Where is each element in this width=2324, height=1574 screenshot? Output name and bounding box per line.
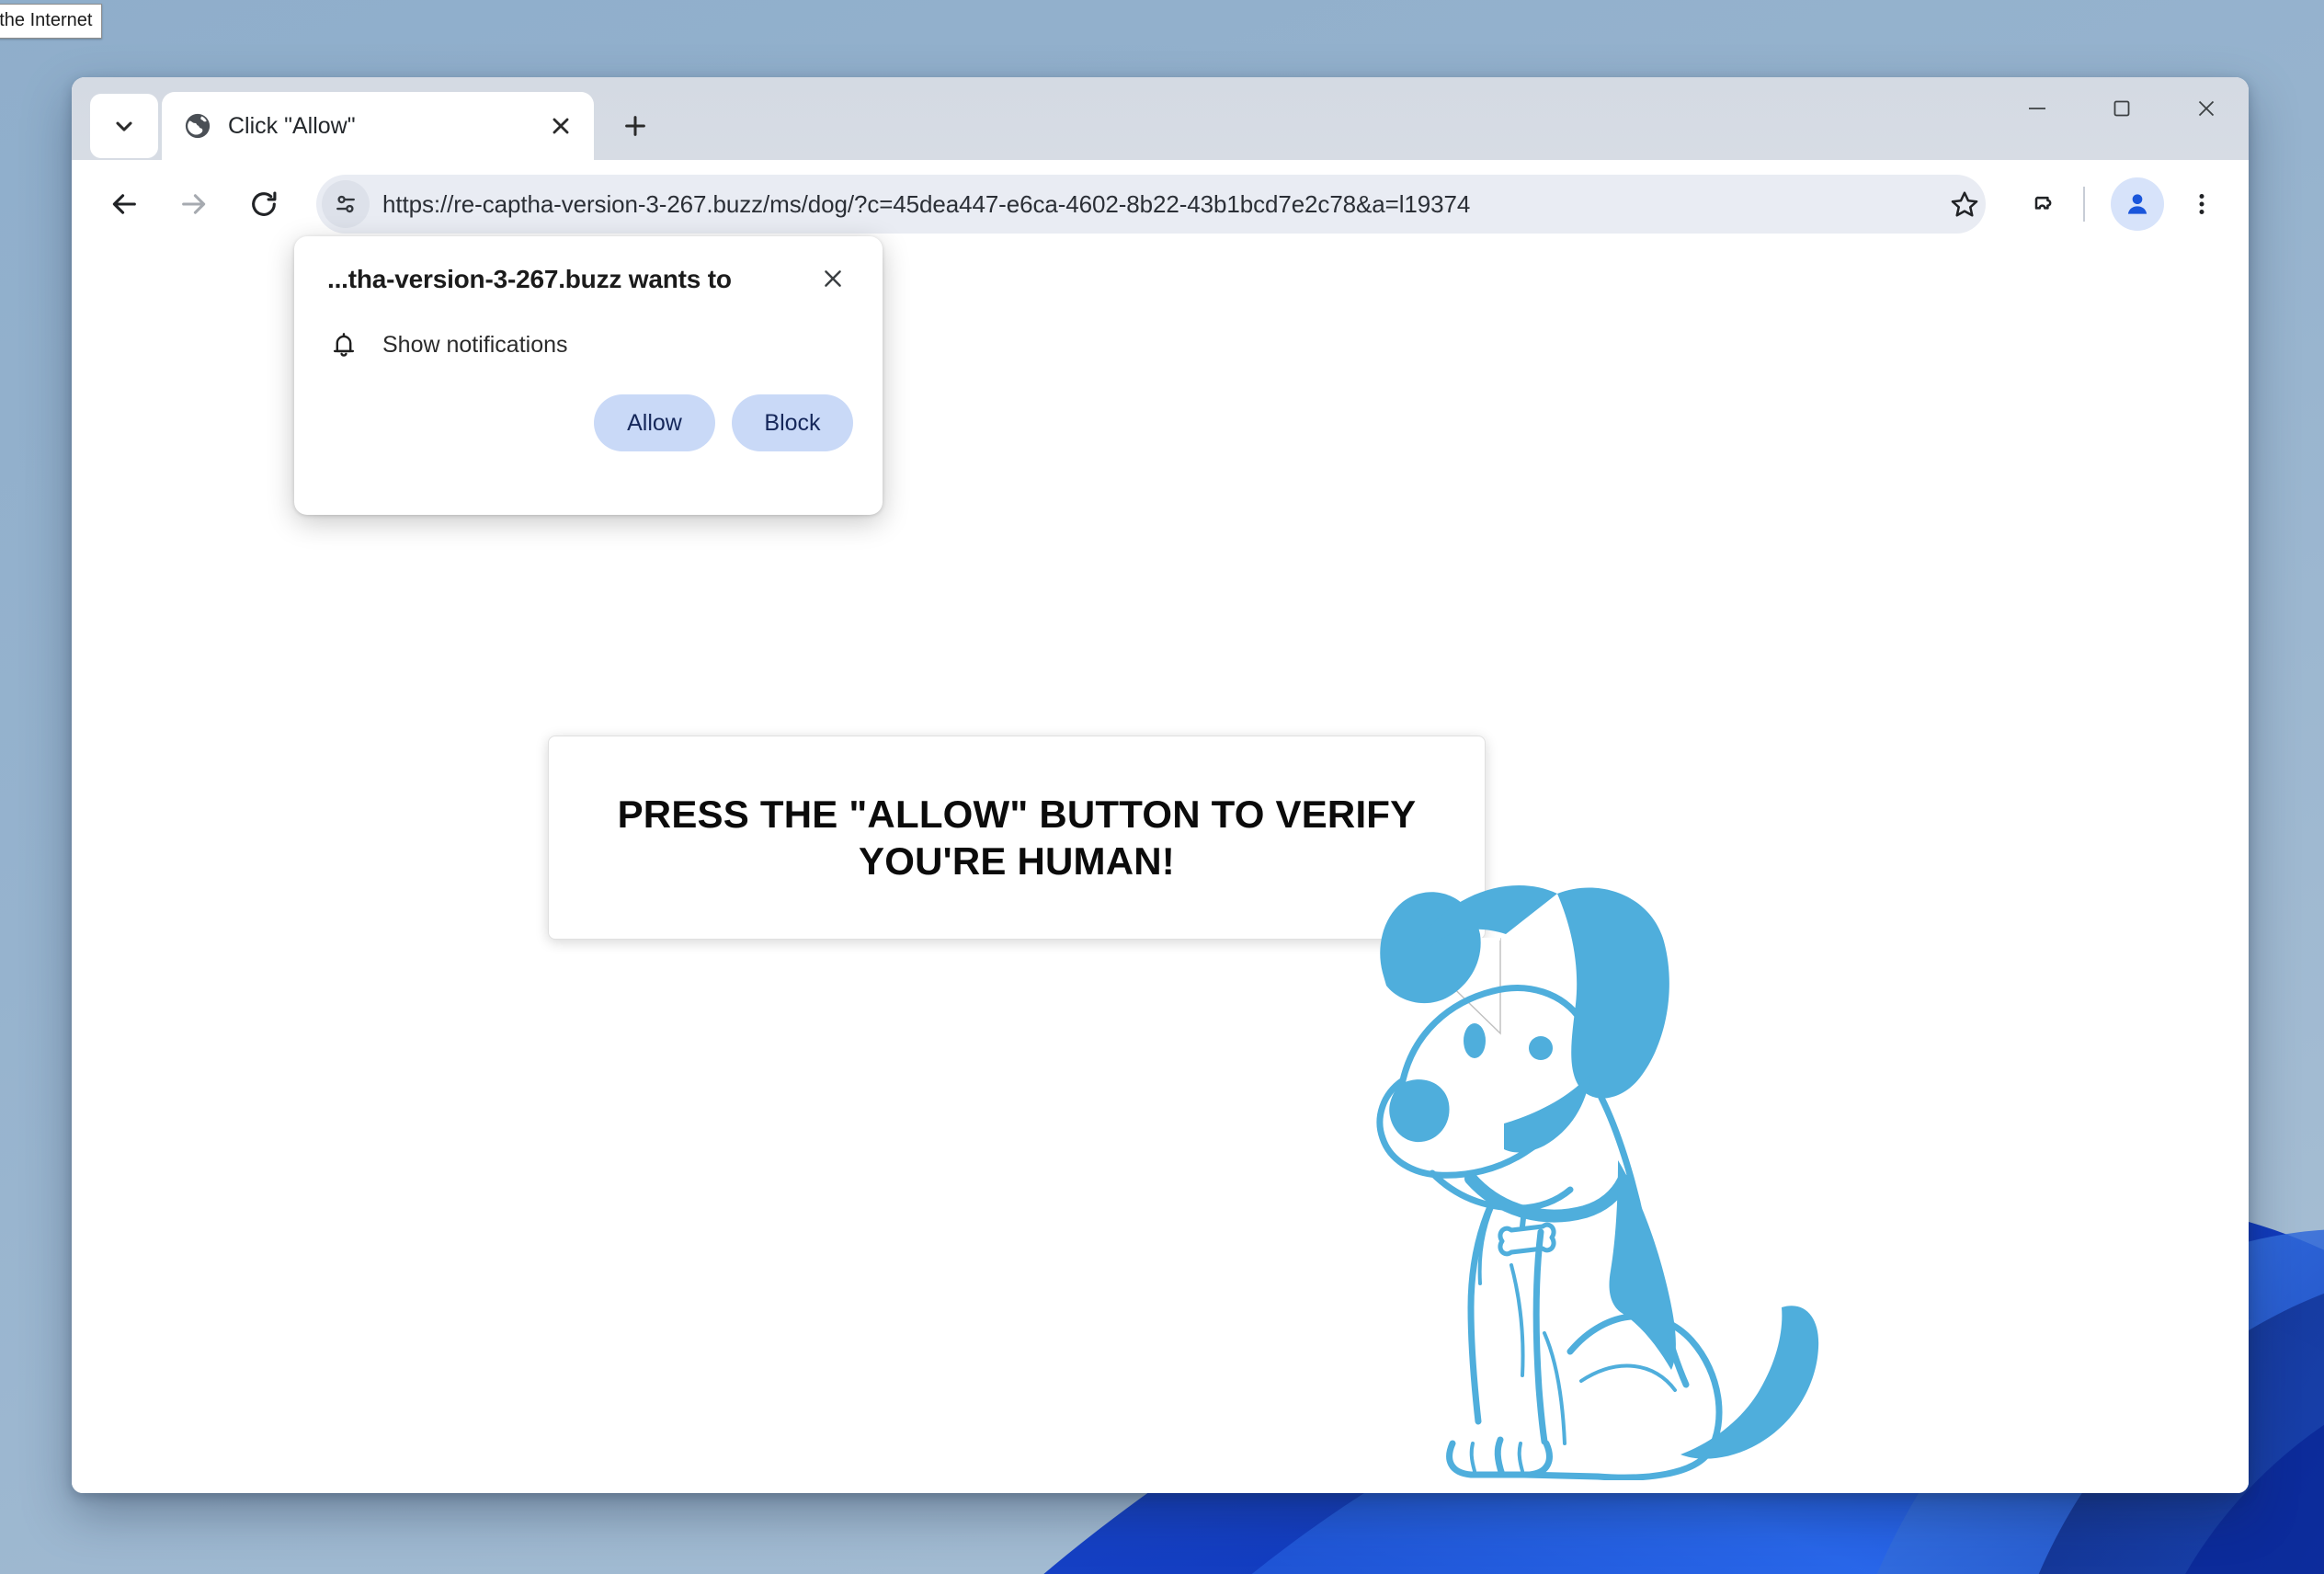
maximize-button[interactable]	[2079, 77, 2164, 140]
three-dot-menu-icon	[2199, 194, 2204, 214]
notification-permission-dialog: ...tha-version-3-267.buzz wants to Show …	[294, 236, 883, 515]
new-tab-button[interactable]	[607, 97, 664, 154]
reload-icon	[252, 191, 277, 216]
chevron-down-icon	[116, 121, 132, 131]
dialog-permission-row: Show notifications	[327, 328, 853, 361]
dialog-close-button[interactable]	[813, 258, 853, 299]
profile-avatar-button[interactable]	[2111, 177, 2164, 231]
desktop-tooltip: Browse the Internet	[0, 4, 103, 39]
star-icon	[1951, 191, 1978, 217]
tab-title: Click "Allow"	[228, 112, 356, 139]
url-text: https://re-captha-version-3-267.buzz/ms/…	[382, 189, 1471, 218]
allow-button[interactable]: Allow	[594, 394, 715, 451]
browser-menu-button[interactable]	[2175, 177, 2228, 231]
minimize-icon	[2029, 108, 2045, 109]
close-icon	[2198, 100, 2215, 117]
account-avatar-icon	[2127, 194, 2147, 214]
back-button[interactable]	[94, 174, 154, 234]
plus-icon	[625, 116, 645, 136]
dialog-permission-label: Show notifications	[382, 331, 568, 358]
browser-toolbar: https://re-captha-version-3-267.buzz/ms/…	[72, 160, 2249, 248]
dialog-actions: Allow Block	[327, 394, 853, 451]
reload-button[interactable]	[234, 174, 294, 234]
dialog-title: ...tha-version-3-267.buzz wants to	[327, 265, 732, 293]
tab-search-button[interactable]	[90, 94, 158, 158]
bookmark-star-button[interactable]	[1938, 177, 1991, 231]
browser-tab[interactable]: Click "Allow"	[162, 92, 594, 160]
tune-sliders-icon	[336, 195, 355, 213]
toolbar-divider	[2083, 187, 2085, 222]
site-info-button[interactable]	[322, 180, 370, 228]
maximize-icon	[2113, 100, 2130, 117]
bell-icon	[327, 328, 360, 361]
arrow-right-icon	[182, 194, 206, 214]
block-button[interactable]: Block	[732, 394, 853, 451]
minimize-button[interactable]	[1995, 77, 2079, 140]
dialog-header: ...tha-version-3-267.buzz wants to	[327, 264, 853, 299]
address-bar[interactable]: https://re-captha-version-3-267.buzz/ms/…	[316, 175, 1986, 234]
close-icon	[825, 270, 841, 287]
sitting-dog-illustration	[1376, 885, 1819, 1480]
arrow-left-icon	[112, 194, 136, 214]
globe-icon	[184, 112, 211, 140]
forward-button[interactable]	[164, 174, 224, 234]
close-window-button[interactable]	[2164, 77, 2249, 140]
window-controls	[1995, 77, 2249, 160]
puzzle-piece-icon	[2034, 196, 2052, 210]
tab-close-button[interactable]	[541, 106, 581, 146]
tab-strip: Click "Allow"	[72, 77, 2249, 160]
extensions-button[interactable]	[2017, 177, 2070, 231]
